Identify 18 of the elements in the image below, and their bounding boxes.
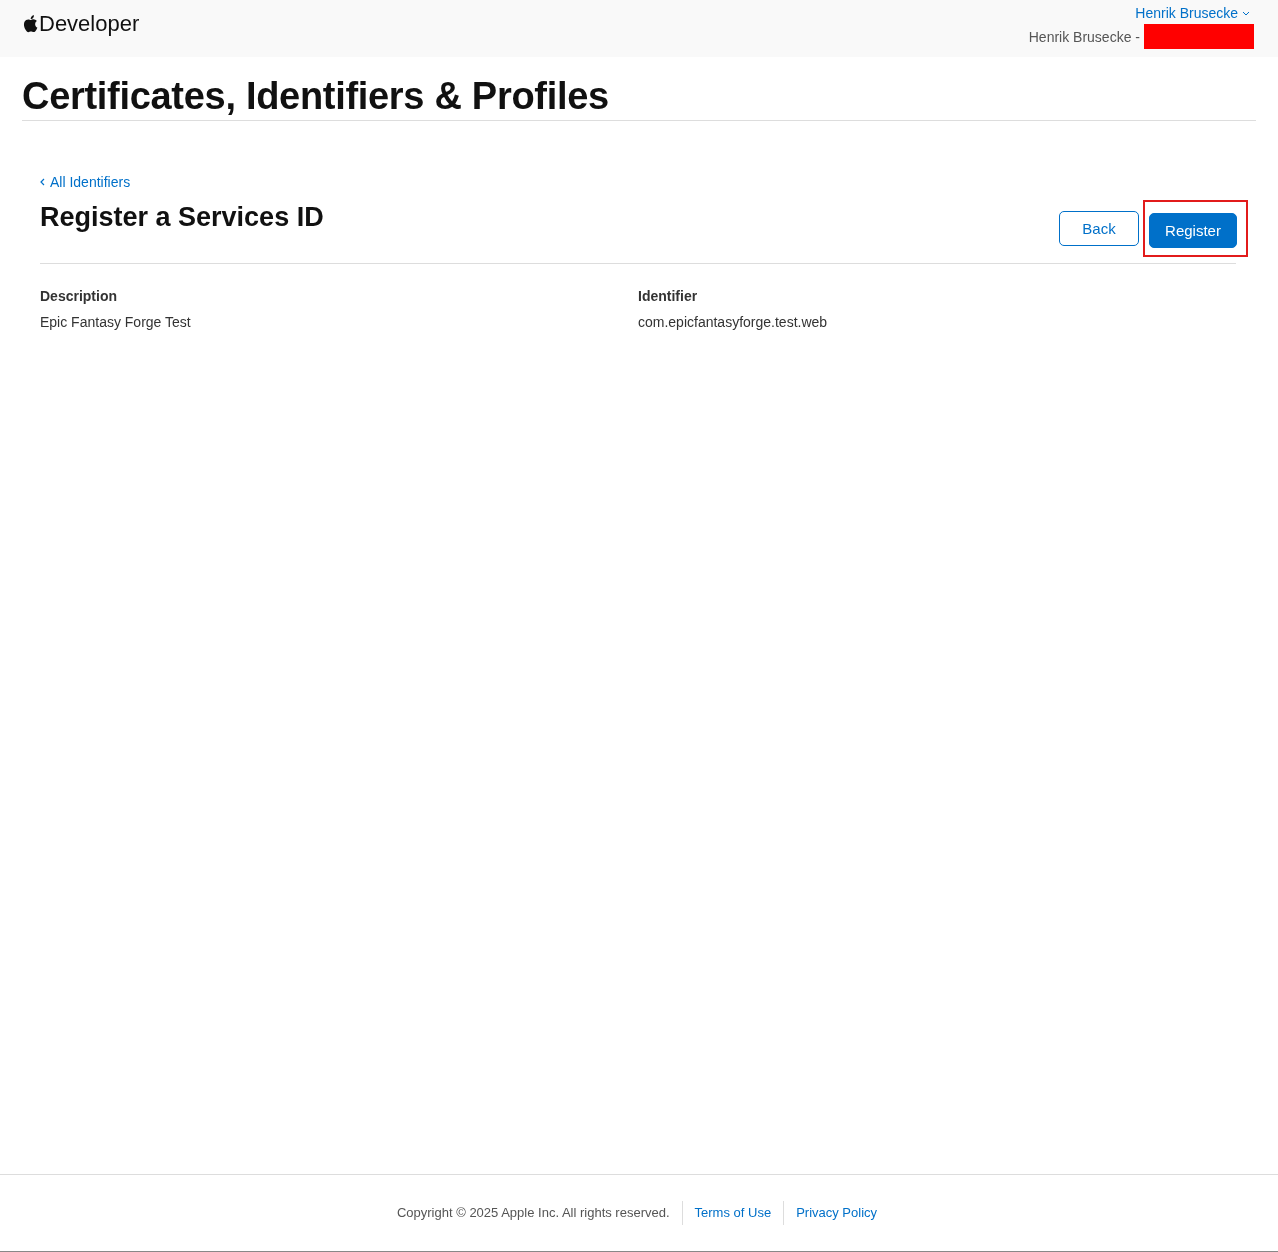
register-button[interactable]: Register [1149,213,1237,248]
footer-link[interactable]: Terms of Use [682,1201,785,1225]
field-label: Identifier [638,288,699,304]
chevron-down-icon [1242,10,1250,16]
page-title: Certificates, Identifiers & Profiles [22,75,610,118]
field-value: Epic Fantasy Forge Test [40,314,192,330]
account-menu[interactable]: Henrik Brusecke [1135,5,1250,21]
back-link[interactable]: All Identifiers [40,174,131,190]
apple-logo-icon [22,14,38,33]
footer-link[interactable]: Privacy Policy [784,1201,890,1225]
field-label: Description [40,288,118,304]
copyright-text: Copyright © 2025 Apple Inc. All rights reserved. [396,1201,683,1225]
section-heading: Register a Services ID [40,201,324,233]
brand-name[interactable]: Developer [39,10,140,37]
field-value: com.epicfantasyforge.test.web [638,314,829,330]
chevron-left-icon [40,178,45,186]
back-button[interactable]: Back [1059,211,1139,246]
team-name: Henrik Brusecke - [1028,28,1140,45]
